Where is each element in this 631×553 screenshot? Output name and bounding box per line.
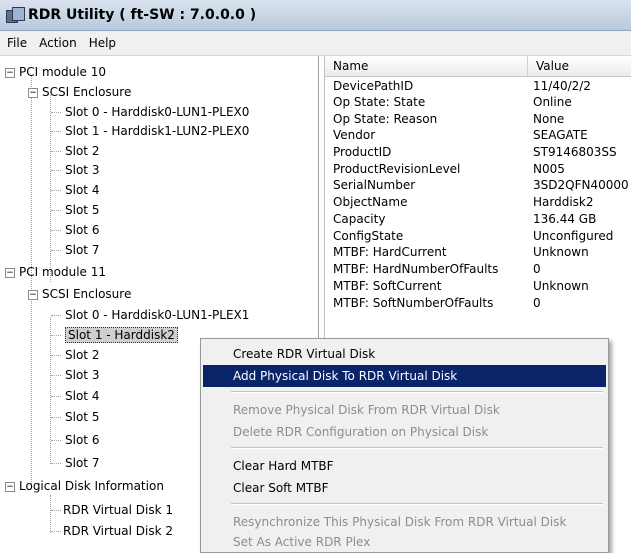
property-row[interactable]: MTBF: SoftNumberOfFaults 0 xyxy=(325,296,631,311)
property-name: Op State: State xyxy=(333,95,426,109)
tree-node-pci-module-10[interactable]: − PCI module 10 xyxy=(5,62,106,82)
app-icon xyxy=(6,7,25,23)
tree-node-scsi-enclosure[interactable]: − SCSI Enclosure xyxy=(28,284,131,304)
property-row[interactable]: SerialNumber 3SD2QFN40000 xyxy=(325,178,631,193)
property-name: Vendor xyxy=(333,128,376,142)
tree-node-slot[interactable]: Slot 5 xyxy=(65,200,99,220)
property-value: 0 xyxy=(533,262,541,276)
property-name: ProductID xyxy=(333,145,392,159)
property-name: ProductRevisionLevel xyxy=(333,162,461,176)
tree-node-slot[interactable]: Slot 7 xyxy=(65,240,99,260)
selected-slot-label: Slot 1 - Harddisk2 xyxy=(65,327,178,343)
property-value: 136.44 GB xyxy=(533,212,597,226)
property-row[interactable]: MTBF: HardNumberOfFaults 0 xyxy=(325,262,631,277)
property-name: MTBF: SoftNumberOfFaults xyxy=(333,296,494,310)
menu-item-create-rdr-virtual-disk[interactable]: Create RDR Virtual Disk xyxy=(203,343,606,365)
property-value: Unknown xyxy=(533,279,589,293)
property-row[interactable]: MTBF: HardCurrent Unknown xyxy=(325,245,631,260)
collapse-icon[interactable]: − xyxy=(5,482,15,492)
tree-node-slot[interactable]: Slot 2 xyxy=(65,141,99,161)
collapse-icon[interactable]: − xyxy=(5,268,15,278)
tree-node-label: PCI module 10 xyxy=(19,65,107,79)
property-name: SerialNumber xyxy=(333,178,416,192)
collapse-icon[interactable]: − xyxy=(28,290,38,300)
context-menu: Create RDR Virtual Disk Add Physical Dis… xyxy=(200,338,609,553)
menu-action[interactable]: Action xyxy=(34,36,82,50)
tree-node-label: SCSI Enclosure xyxy=(42,85,132,99)
property-row[interactable]: DevicePathID 11/40/2/2 xyxy=(325,79,631,94)
menu-separator xyxy=(231,503,603,505)
tree-node-logical-disk-information[interactable]: − Logical Disk Information xyxy=(5,476,164,496)
tree-node-virtual-disk[interactable]: RDR Virtual Disk 1 xyxy=(63,500,173,520)
menu-bar: File Action Help xyxy=(0,31,631,56)
tree-node-label: Logical Disk Information xyxy=(19,479,164,493)
menu-item-remove-physical-disk[interactable]: Remove Physical Disk From RDR Virtual Di… xyxy=(203,399,606,421)
menu-help[interactable]: Help xyxy=(84,36,121,50)
menu-item-clear-hard-mtbf[interactable]: Clear Hard MTBF xyxy=(203,455,606,477)
tree-node-slot[interactable]: Slot 3 xyxy=(65,160,99,180)
property-row[interactable]: Op State: Reason None xyxy=(325,112,631,127)
tree-node-label: SCSI Enclosure xyxy=(42,287,132,301)
window-title: RDR Utility ( ft-SW : 7.0.0.0 ) xyxy=(28,7,257,23)
property-value: 11/40/2/2 xyxy=(533,79,591,93)
property-value: Online xyxy=(533,95,572,109)
property-row[interactable]: ObjectName Harddisk2 xyxy=(325,195,631,210)
menu-file[interactable]: File xyxy=(2,36,32,50)
property-row[interactable]: Vendor SEAGATE xyxy=(325,128,631,143)
property-value: Harddisk2 xyxy=(533,195,594,209)
menu-separator xyxy=(231,391,603,393)
property-value: SEAGATE xyxy=(533,128,588,142)
properties-list[interactable]: Name Value DevicePathID 11/40/2/2 Op Stat… xyxy=(324,56,631,346)
column-header-value[interactable]: Value xyxy=(528,56,631,76)
property-name: MTBF: HardCurrent xyxy=(333,245,447,259)
property-name: DevicePathID xyxy=(333,79,414,93)
menu-item-delete-rdr-configuration[interactable]: Delete RDR Configuration on Physical Dis… xyxy=(203,421,606,443)
tree-node-scsi-enclosure[interactable]: − SCSI Enclosure xyxy=(28,82,131,102)
property-name: MTBF: HardNumberOfFaults xyxy=(333,262,499,276)
tree-node-pci-module-11[interactable]: − PCI module 11 xyxy=(5,262,106,282)
property-name: Capacity xyxy=(333,212,386,226)
property-value: Unconfigured xyxy=(533,229,614,243)
properties-header: Name Value xyxy=(325,56,631,77)
property-row[interactable]: Op State: State Online xyxy=(325,95,631,110)
property-row[interactable]: ProductID ST9146803SS xyxy=(325,145,631,160)
tree-node-label: PCI module 11 xyxy=(19,265,107,279)
tree-node-slot[interactable]: Slot 6 xyxy=(65,220,99,240)
tree-node-slot[interactable]: Slot 2 xyxy=(65,345,99,365)
tree-node-slot-selected[interactable]: Slot 1 - Harddisk2 xyxy=(65,325,178,345)
property-row[interactable]: ConfigState Unconfigured xyxy=(325,229,631,244)
tree-node-slot[interactable]: Slot 6 xyxy=(65,430,99,450)
tree-node-virtual-disk[interactable]: RDR Virtual Disk 2 xyxy=(63,521,173,541)
property-name: ConfigState xyxy=(333,229,404,243)
title-bar: RDR Utility ( ft-SW : 7.0.0.0 ) xyxy=(0,0,631,31)
collapse-icon[interactable]: − xyxy=(28,88,38,98)
property-value: None xyxy=(533,112,565,126)
property-name: MTBF: SoftCurrent xyxy=(333,279,442,293)
tree-node-slot[interactable]: Slot 1 - Harddisk1-LUN2-PLEX0 xyxy=(65,121,249,141)
property-value: 0 xyxy=(533,296,541,310)
tree-node-slot[interactable]: Slot 0 - Harddisk0-LUN1-PLEX1 xyxy=(65,305,249,325)
tree-node-slot[interactable]: Slot 5 xyxy=(65,407,99,427)
property-value: N005 xyxy=(533,162,565,176)
column-header-name[interactable]: Name xyxy=(325,56,528,76)
menu-item-resynchronize[interactable]: Resynchronize This Physical Disk From RD… xyxy=(203,511,606,533)
menu-separator xyxy=(231,447,603,449)
property-row[interactable]: MTBF: SoftCurrent Unknown xyxy=(325,279,631,294)
tree-node-slot[interactable]: Slot 4 xyxy=(65,180,99,200)
tree-node-slot[interactable]: Slot 0 - Harddisk0-LUN1-PLEX0 xyxy=(65,102,249,122)
tree-node-slot[interactable]: Slot 4 xyxy=(65,386,99,406)
property-name: Op State: Reason xyxy=(333,112,438,126)
property-value: ST9146803SS xyxy=(533,145,617,159)
property-row[interactable]: Capacity 136.44 GB xyxy=(325,212,631,227)
property-name: ObjectName xyxy=(333,195,408,209)
menu-item-add-physical-disk[interactable]: Add Physical Disk To RDR Virtual Disk xyxy=(203,365,606,387)
collapse-icon[interactable]: − xyxy=(5,68,15,78)
property-value: 3SD2QFN40000 xyxy=(533,178,629,192)
property-row[interactable]: ProductRevisionLevel N005 xyxy=(325,162,631,177)
tree-node-slot[interactable]: Slot 3 xyxy=(65,365,99,385)
property-value: Unknown xyxy=(533,245,589,259)
tree-node-slot[interactable]: Slot 7 xyxy=(65,453,99,473)
menu-item-set-active-rdr-plex[interactable]: Set As Active RDR Plex xyxy=(203,531,606,553)
menu-item-clear-soft-mtbf[interactable]: Clear Soft MTBF xyxy=(203,477,606,499)
